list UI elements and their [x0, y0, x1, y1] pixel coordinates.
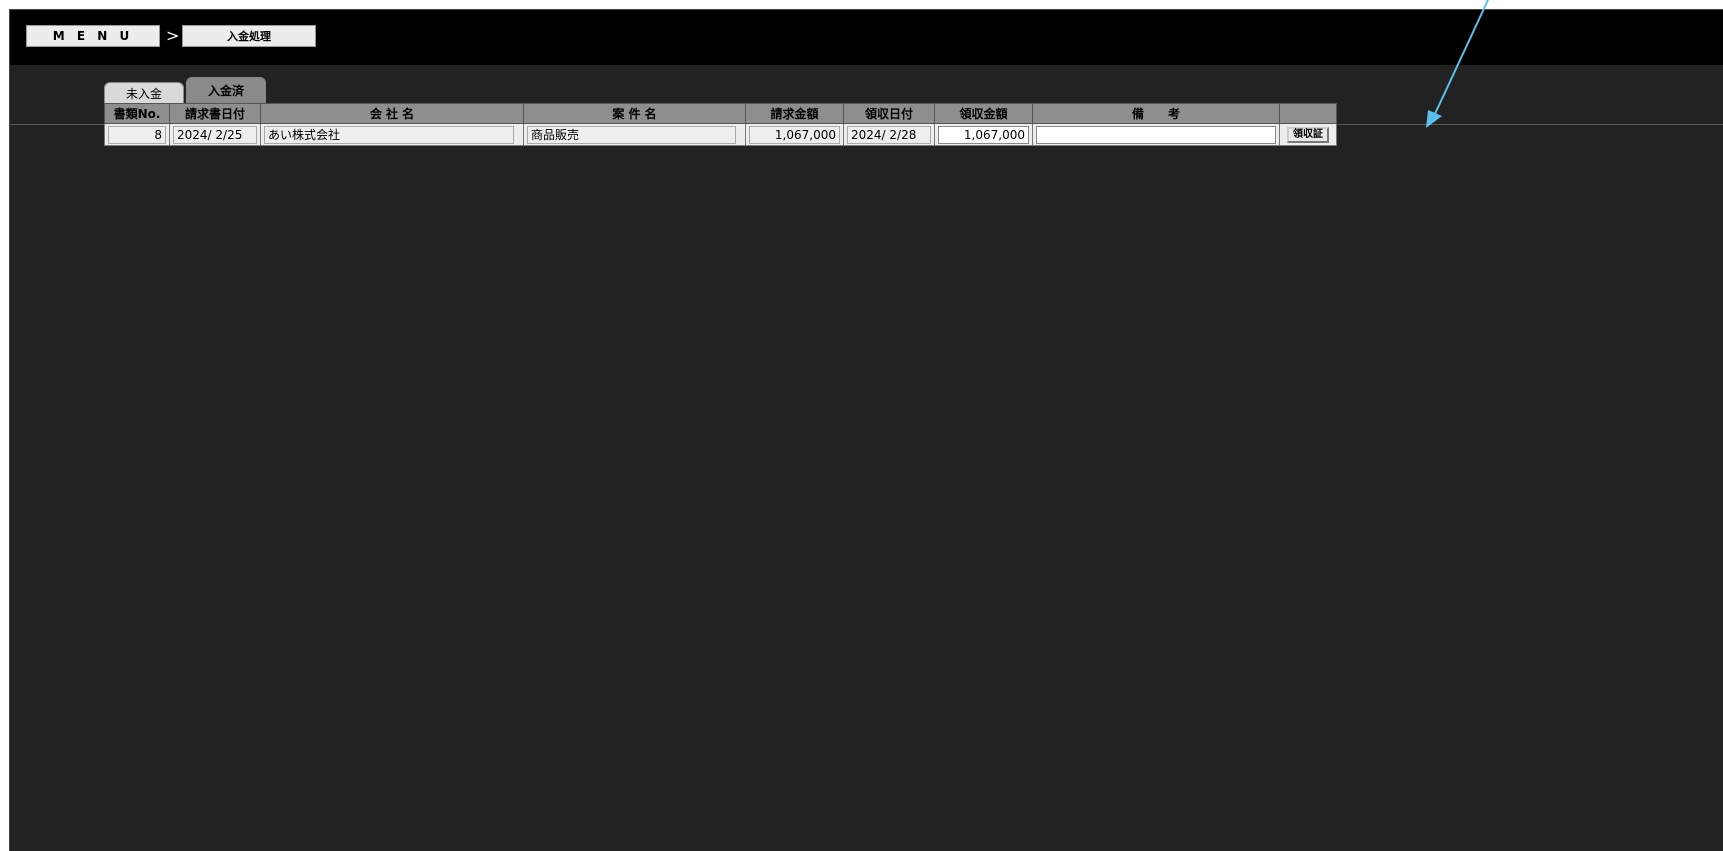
arrow-pointer-icon: [1426, 0, 1489, 128]
